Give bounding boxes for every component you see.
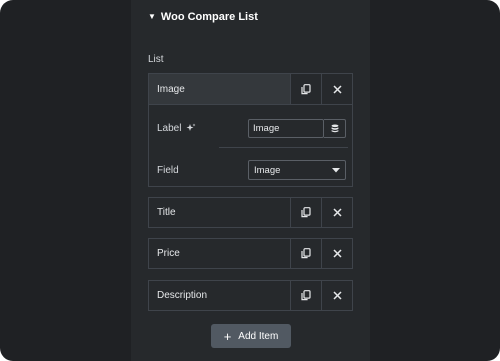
divider bbox=[219, 147, 348, 148]
sparkle-icon[interactable] bbox=[186, 123, 196, 133]
repeater-item-image: Image bbox=[148, 73, 353, 105]
remove-button[interactable] bbox=[321, 198, 352, 227]
repeater-item-title[interactable]: Price bbox=[149, 239, 290, 268]
duplicate-button[interactable] bbox=[290, 198, 321, 227]
copy-icon bbox=[301, 83, 311, 94]
repeater-item-content: Label Image Field Image bbox=[148, 104, 353, 187]
label-row-label: Label bbox=[157, 121, 196, 135]
editor-frame: ▼ Woo Compare List List Image Label Imag… bbox=[0, 0, 500, 361]
repeater-item-title-field: Title bbox=[148, 197, 353, 228]
remove-button[interactable] bbox=[321, 281, 352, 310]
repeater-item-price: Price bbox=[148, 238, 353, 269]
dynamic-tags-button[interactable] bbox=[324, 119, 346, 138]
copy-icon bbox=[301, 207, 311, 218]
repeater-item-title[interactable]: Image bbox=[149, 74, 290, 104]
copy-icon bbox=[301, 290, 311, 301]
field-select[interactable]: Image bbox=[248, 160, 346, 180]
list-label: List bbox=[148, 54, 164, 65]
label-caption: Label bbox=[157, 122, 182, 134]
repeater-item-title[interactable]: Title bbox=[149, 198, 290, 227]
add-item-label: Add Item bbox=[238, 330, 279, 342]
repeater-item-description: Description bbox=[148, 280, 353, 311]
field-row-label: Field bbox=[157, 164, 179, 176]
caret-down-icon bbox=[332, 167, 340, 172]
field-select-value: Image bbox=[254, 164, 281, 176]
duplicate-button[interactable] bbox=[290, 74, 321, 104]
caret-down-icon: ▼ bbox=[148, 12, 156, 21]
repeater-item-title[interactable]: Description bbox=[149, 281, 290, 310]
database-icon bbox=[331, 124, 338, 133]
remove-button[interactable] bbox=[321, 239, 352, 268]
copy-icon bbox=[301, 248, 311, 259]
close-icon bbox=[332, 249, 342, 258]
section-header[interactable]: ▼ Woo Compare List bbox=[148, 9, 258, 25]
plus-icon: + bbox=[223, 328, 232, 344]
label-input[interactable]: Image bbox=[248, 119, 324, 138]
close-icon bbox=[332, 84, 342, 94]
close-icon bbox=[332, 208, 342, 217]
duplicate-button[interactable] bbox=[290, 239, 321, 268]
duplicate-button[interactable] bbox=[290, 281, 321, 310]
remove-button[interactable] bbox=[321, 74, 352, 104]
section-title: Woo Compare List bbox=[160, 11, 258, 23]
add-item-button[interactable]: + Add Item bbox=[211, 324, 291, 348]
close-icon bbox=[332, 291, 342, 300]
